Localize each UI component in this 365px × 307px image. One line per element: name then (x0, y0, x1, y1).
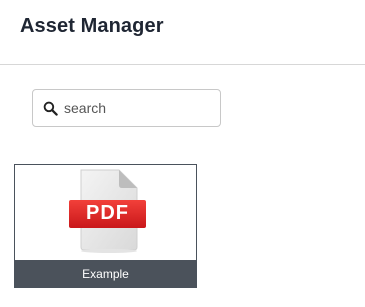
page-title: Asset Manager (20, 15, 164, 37)
search-icon (42, 100, 58, 116)
page-header: Asset Manager (0, 0, 365, 65)
search-box[interactable] (32, 89, 221, 127)
asset-name: Example (15, 260, 196, 287)
search-input[interactable] (64, 93, 214, 123)
pdf-badge-label: PDF (86, 202, 129, 224)
